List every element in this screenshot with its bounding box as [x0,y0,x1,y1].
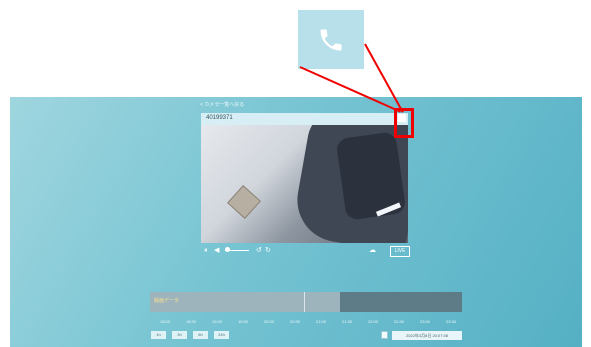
timeline-tick: 23:00 [420,319,431,324]
timeline-future-range [340,292,462,312]
rotate-left-button[interactable]: ↺ [256,246,262,256]
zoom-3h-button[interactable]: 3h [172,331,187,339]
ceiling-vent [227,185,261,219]
zoom-1h-button[interactable]: 1h [151,331,166,339]
live-video-feed[interactable] [201,125,408,243]
back-link-label: < カメラ一覧へ戻る [200,102,245,108]
volume-knob[interactable] [225,247,230,252]
camera-id: 40199371 [206,115,233,121]
camera-title-bar: 40199371 [201,113,408,125]
timeline-tick: 22:00 [368,319,379,324]
zoom-24h-button[interactable]: 24h [214,331,229,339]
datetime-display[interactable]: 2022年3月8日 20:07:08 [392,331,462,340]
calendar-icon[interactable] [381,331,388,339]
timeline-cursor[interactable] [304,292,305,312]
zoom-6h-button[interactable]: 6h [193,331,208,339]
zoomed-phone-icon-panel [298,10,364,69]
timeline-tick: 21:00 [316,319,327,324]
timeline-tick: 18:00 [160,319,171,324]
timeline-tick: 20:30 [290,319,301,324]
rotate-right-button[interactable]: ↻ [265,246,271,256]
timeline-tick: 23:30 [446,319,457,324]
live-button[interactable]: LIVE [390,246,410,257]
timeline-ticks: 18:00 18:30 19:00 19:30 20:00 20:30 21:0… [160,319,460,326]
cloud-icon[interactable]: ☁ [369,246,376,256]
timeline-tick: 19:30 [238,319,249,324]
timeline-tick: 22:30 [394,319,405,324]
timeline-bar[interactable]: 録画データ [150,292,462,312]
phone-icon [320,29,342,50]
timeline-tick: 18:30 [186,319,197,324]
small-phone-button[interactable] [398,114,406,122]
back-link[interactable]: < カメラ一覧へ戻る [200,101,244,108]
timeline-tick: 19:00 [212,319,223,324]
video-controls: ⏸ ◀ ↺ ↻ ☁ LIVE [201,246,410,257]
timeline-tick: 20:00 [264,319,275,324]
timeline-tick: 21:30 [342,319,353,324]
pause-button[interactable]: ⏸ [204,246,208,256]
phone-button-highlight [394,108,414,138]
prev-button[interactable]: ◀ [214,246,219,256]
timeline-label: 録画データ [154,298,180,304]
